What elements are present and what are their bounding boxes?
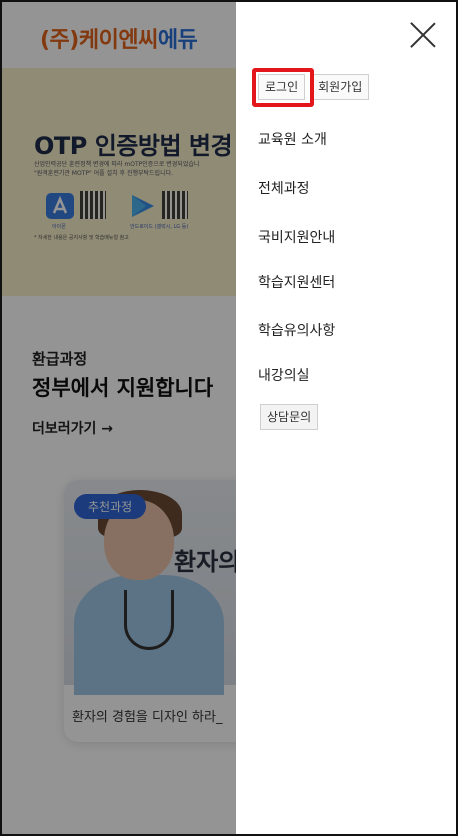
menu-item-learning-support[interactable]: 학습지원센터 [258,272,335,292]
consult-button[interactable]: 상담문의 [260,404,319,430]
close-icon[interactable] [408,20,438,50]
login-button[interactable]: 로그인 [258,74,306,100]
menu-item-about[interactable]: 교육원 소개 [258,129,327,149]
signup-button[interactable]: 회원가입 [311,74,370,100]
menu-item-funding-info[interactable]: 국비지원안내 [258,227,335,247]
menu-item-all-courses[interactable]: 전체과정 [258,178,310,198]
screen-frame: (주)케이엔씨에듀 OTP 인증방법 변경 산업인력공단 훈련정책 변경에 따라… [0,0,458,836]
menu-item-study-notes[interactable]: 학습유의사항 [258,320,335,340]
auth-buttons: 로그인 회원가입 [258,74,370,100]
menu-item-my-classroom[interactable]: 내강의실 [258,365,310,385]
side-menu: 로그인 회원가입 교육원 소개 전체과정 국비지원안내 학습지원센터 학습유의사… [236,2,456,834]
